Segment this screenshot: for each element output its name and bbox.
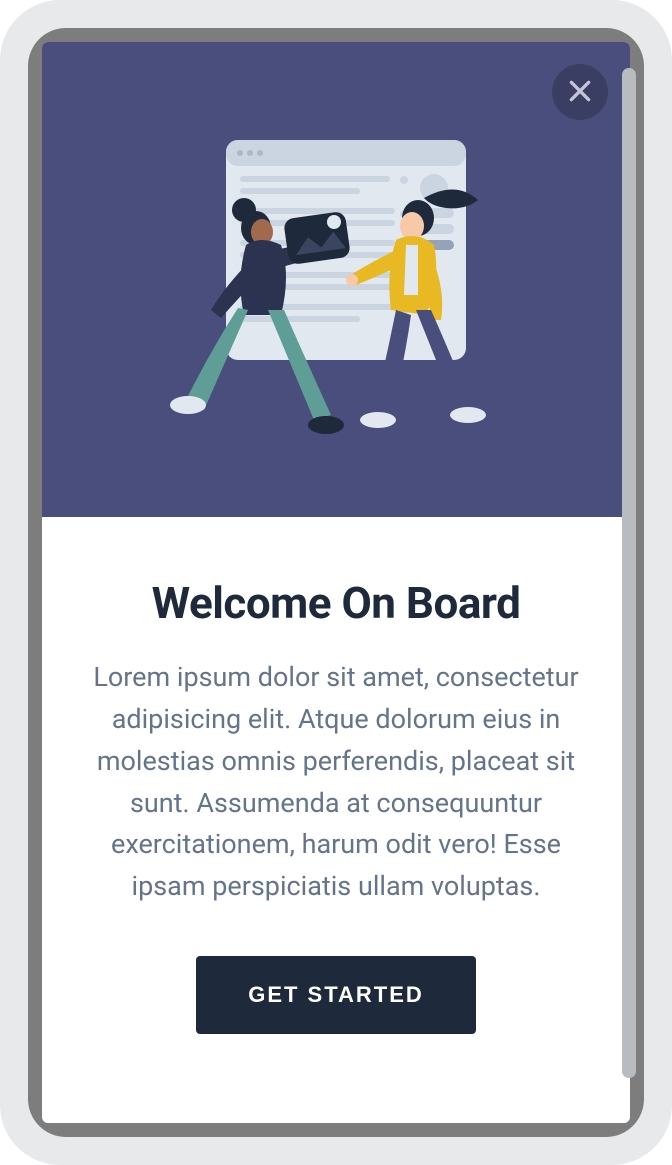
get-started-button[interactable]: GET STARTED	[196, 956, 476, 1034]
hero-section	[42, 42, 630, 517]
close-icon	[567, 78, 593, 107]
scrollbar[interactable]	[622, 68, 636, 1078]
close-button[interactable]	[552, 64, 608, 120]
device-frame: Welcome On Board Lorem ipsum dolor sit a…	[0, 0, 672, 1165]
screen: Welcome On Board Lorem ipsum dolor sit a…	[28, 28, 644, 1137]
content-section: Welcome On Board Lorem ipsum dolor sit a…	[42, 517, 630, 1123]
welcome-illustration	[156, 110, 516, 450]
modal-title: Welcome On Board	[152, 577, 521, 629]
modal-body-text: Lorem ipsum dolor sit amet, consectetur …	[82, 657, 590, 908]
onboarding-modal: Welcome On Board Lorem ipsum dolor sit a…	[42, 42, 630, 1123]
